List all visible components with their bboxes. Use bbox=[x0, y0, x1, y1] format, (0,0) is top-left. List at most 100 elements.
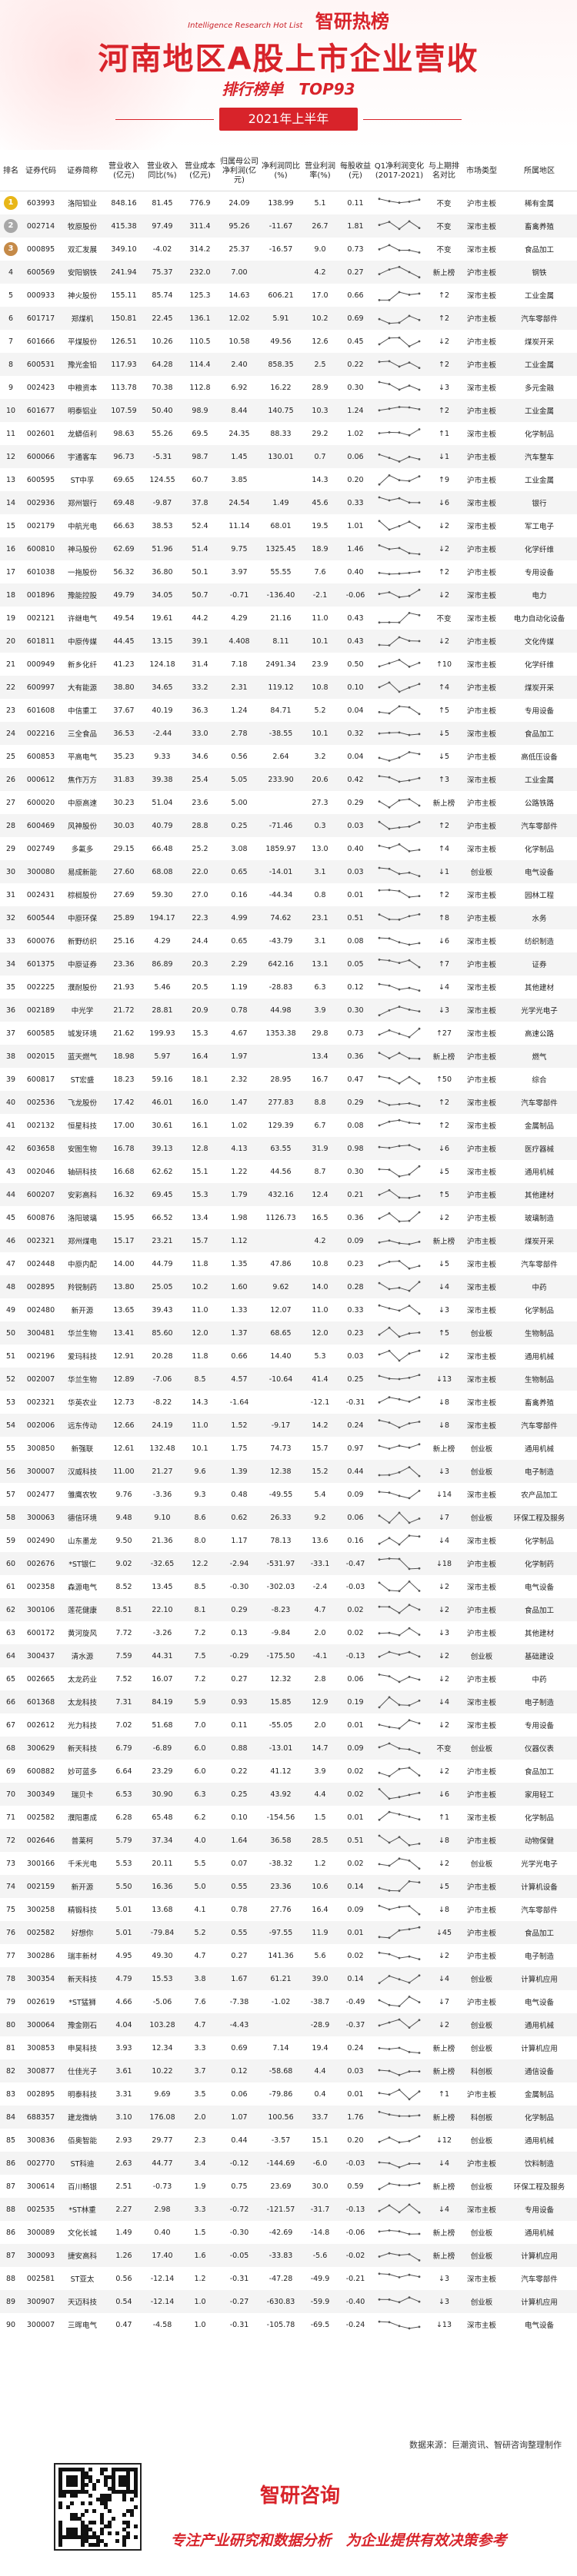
table-cell: 300354 bbox=[22, 1967, 60, 1990]
trend-cell bbox=[372, 284, 426, 307]
table-cell: 农产品加工 bbox=[521, 1491, 558, 1500]
table-cell: 深市主板 bbox=[466, 430, 496, 439]
table-cell: 深市主板 bbox=[462, 1275, 502, 1298]
table-cell: 沪市主板 bbox=[462, 2152, 502, 2175]
table-row: 88 002535 *ST林重 2.27 2.98 3.3 -0.72 -121.57 -31.… bbox=[0, 2198, 577, 2221]
table-row: 50 300481 华兰生物 13.41 85.60 12.0 1.37 68.65 12.0 0… bbox=[0, 1321, 577, 1345]
trend-sparkline bbox=[378, 570, 421, 576]
table-cell: 5.01 bbox=[105, 1921, 143, 1944]
table-cell: 0.20 bbox=[347, 2136, 364, 2145]
table-cell: 6.28 bbox=[115, 1813, 132, 1822]
table-cell: 15.1 bbox=[192, 1167, 208, 1176]
trend-cell bbox=[372, 722, 426, 745]
table-cell: 84.71 bbox=[270, 706, 292, 715]
table-cell: 0.56 bbox=[231, 752, 248, 761]
trend-sparkline bbox=[378, 1349, 421, 1362]
trend-cell bbox=[372, 2059, 426, 2082]
table-cell: ↓2 bbox=[438, 1859, 449, 1868]
table-cell: 002895 bbox=[22, 1275, 60, 1298]
trend-sparkline bbox=[378, 959, 421, 969]
table-cell: 1.07 bbox=[218, 2106, 260, 2129]
table-cell: 11.0 bbox=[312, 1305, 329, 1315]
trend-cell bbox=[372, 1114, 426, 1137]
table-cell: -11.67 bbox=[260, 214, 302, 238]
table-cell: 600531 bbox=[22, 353, 60, 376]
table-cell: 44.56 bbox=[270, 1167, 292, 1176]
trend-cell bbox=[372, 1529, 426, 1552]
table-cell: 化学制品 bbox=[524, 1307, 554, 1315]
trend-sparkline bbox=[378, 1374, 421, 1381]
table-cell: -6.0 bbox=[302, 2152, 339, 2175]
table-cell: 39.0 bbox=[302, 1967, 339, 1990]
table-cell: ↓2 bbox=[438, 337, 449, 346]
table-cell: 2.98 bbox=[143, 2198, 182, 2221]
table-cell: ↓2 bbox=[438, 1720, 449, 1730]
table-row: 62 300106 莲花健康 8.51 22.10 8.1 0.29 -8.23 4.7 0.02… bbox=[0, 1598, 577, 1621]
table-cell: 化学制品 bbox=[524, 430, 554, 439]
table-cell: 6.2 bbox=[194, 1813, 206, 1822]
table-cell: 工业金属 bbox=[524, 477, 554, 485]
table-cell: 深市主板 bbox=[462, 999, 502, 1022]
trend-cell bbox=[372, 607, 426, 630]
table-cell: 29.2 bbox=[312, 429, 329, 438]
table-cell: 233.90 bbox=[260, 768, 302, 791]
table-cell: 新天科技 bbox=[60, 1737, 105, 1760]
header: Intelligence Research Hot List 智研热榜 河南地区… bbox=[0, 0, 577, 150]
table-cell: 环保工程及服务 bbox=[502, 1506, 577, 1529]
table-cell: 51.68 bbox=[152, 1720, 173, 1730]
trend-cell bbox=[372, 1321, 426, 1345]
table-cell: 776.9 bbox=[189, 198, 211, 208]
trend-sparkline bbox=[378, 913, 421, 921]
table-cell: 创业板 bbox=[462, 2013, 502, 2036]
column-header: 证券代码 bbox=[22, 152, 60, 191]
table-header: 排名 证券代码 证券简称 营业收入(亿元) 营业收入同比(%) 营业成本(亿元) 归属母公司… bbox=[0, 152, 577, 191]
table-cell: 沪市主板 bbox=[462, 952, 502, 976]
table-cell: 68 bbox=[0, 1737, 22, 1760]
table-cell: 新上榜 bbox=[426, 2244, 462, 2267]
table-cell: 002007 bbox=[22, 1368, 60, 1391]
table-row: 69 600882 妙可蓝多 6.64 23.29 6.0 0.22 41.12 3.9 0.02… bbox=[0, 1760, 577, 1783]
table-row: 43 002046 轴研科技 16.68 62.62 15.1 1.22 44.56 8.7 0.… bbox=[0, 1160, 577, 1183]
table-cell: 不变 bbox=[436, 246, 452, 254]
table-cell: 5.91 bbox=[260, 307, 302, 330]
table-cell: 55.26 bbox=[152, 429, 173, 438]
qr-module bbox=[92, 2520, 97, 2524]
table-cell: 工业金属 bbox=[524, 292, 554, 301]
table-cell: 0.55 bbox=[218, 1921, 260, 1944]
trend-cell bbox=[372, 676, 426, 699]
table-cell: -0.73 bbox=[152, 2182, 172, 2191]
table-cell: 0.29 bbox=[347, 798, 364, 807]
table-cell: -2.94 bbox=[218, 1552, 260, 1575]
table-cell: ↓4 bbox=[426, 2198, 462, 2221]
table-cell: 36 bbox=[0, 999, 22, 1022]
table-cell: 32 bbox=[0, 906, 22, 929]
table-cell: 沪市主板 bbox=[462, 307, 502, 330]
table-cell: 4.2 bbox=[302, 1229, 339, 1252]
table-row: 82 300877 仕佳光子 3.61 10.22 3.7 0.12 -58.68 4.4 0.0… bbox=[0, 2059, 577, 2082]
trend-sparkline bbox=[378, 1326, 421, 1338]
table-cell: 12.0 bbox=[182, 1321, 218, 1345]
table-cell: -58.68 bbox=[260, 2059, 302, 2082]
table-row: 45 600876 洛阳玻璃 15.95 66.52 13.4 1.98 1126.73 16.… bbox=[0, 1206, 577, 1229]
table-cell: ↓2 bbox=[426, 630, 462, 653]
table-cell: 3.10 bbox=[105, 2106, 143, 2129]
table-cell: 6.79 bbox=[105, 1737, 143, 1760]
table-cell: -42.69 bbox=[268, 2228, 293, 2237]
table-cell: 20 bbox=[0, 630, 22, 653]
table-cell: 0.8 bbox=[314, 890, 326, 899]
table-cell: 5.50 bbox=[105, 1875, 143, 1898]
trend-cell bbox=[372, 837, 426, 860]
table-cell: 7.0 bbox=[194, 1720, 206, 1730]
table-cell: 0.01 bbox=[347, 2089, 364, 2099]
trend-cell bbox=[372, 630, 426, 653]
table-row: 57 002477 雏鹰农牧 9.76 -3.36 9.3 0.48 -49.55 5.4 0.0… bbox=[0, 1483, 577, 1506]
table-cell: -71.46 bbox=[260, 814, 302, 837]
trend-cell bbox=[372, 1298, 426, 1321]
table-cell: 15.7 bbox=[182, 1229, 218, 1252]
table-cell: 24.35 bbox=[228, 429, 250, 438]
table-cell: 易成新能 bbox=[60, 860, 105, 883]
table-cell: 清水源 bbox=[60, 1644, 105, 1667]
trend-cell bbox=[372, 929, 426, 952]
table-cell: 74 bbox=[0, 1875, 22, 1898]
trend-cell bbox=[372, 1460, 426, 1483]
